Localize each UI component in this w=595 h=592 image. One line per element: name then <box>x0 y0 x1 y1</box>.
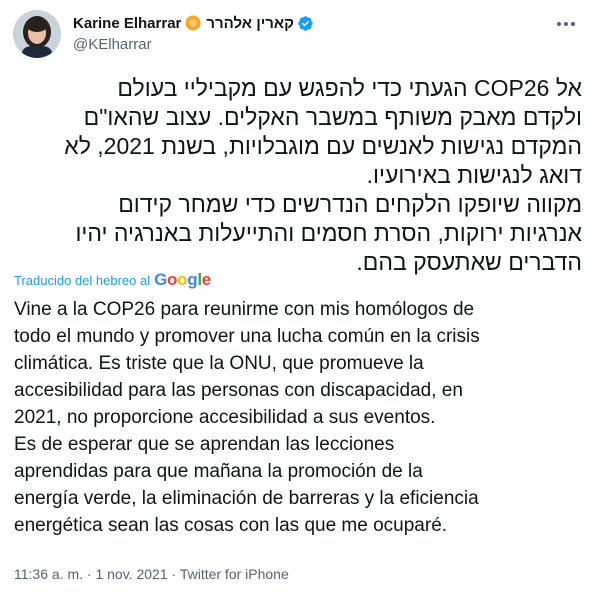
avatar-image <box>13 10 61 58</box>
tweet: Karine Elharrar קארין אלהרר @KElharrar א… <box>0 0 595 592</box>
author-handle[interactable]: @KElharrar <box>73 36 314 53</box>
tweet-date[interactable]: 1 nov. 2021 <box>95 566 167 582</box>
avatar[interactable] <box>13 10 61 58</box>
translation-attribution[interactable]: Traducido del hebreo al Google <box>14 270 211 290</box>
translated-label: Traducido del hebreo al <box>14 272 151 288</box>
tweet-text-translated: Vine a la COP26 para reunirme con mis ho… <box>14 299 480 536</box>
meta-separator: · <box>86 566 92 582</box>
meta-separator: · <box>171 566 177 582</box>
more-dots-icon[interactable] <box>552 14 580 34</box>
tweet-meta: 11:36 a. m. · 1 nov. 2021 · Twitter for … <box>14 566 289 582</box>
google-logo: Google <box>154 270 211 289</box>
author-hebrew-name[interactable]: קארין אלהרר <box>206 15 294 32</box>
tweet-time[interactable]: 11:36 a. m. <box>14 566 83 582</box>
verified-badge-icon <box>297 15 314 32</box>
tweet-header: Karine Elharrar קארין אלהרר @KElharrar <box>13 10 582 60</box>
org-badge-icon <box>185 15 201 31</box>
name-line: Karine Elharrar קארין אלהרר <box>73 13 314 33</box>
tweet-text-original: אל COP26 הגעתי כדי להפגש עם מקביליי בעול… <box>64 75 582 275</box>
author-display-name[interactable]: Karine Elharrar <box>73 15 181 32</box>
author-names: Karine Elharrar קארין אלהרר @KElharrar <box>73 13 314 53</box>
tweet-source[interactable]: Twitter for iPhone <box>180 566 289 582</box>
